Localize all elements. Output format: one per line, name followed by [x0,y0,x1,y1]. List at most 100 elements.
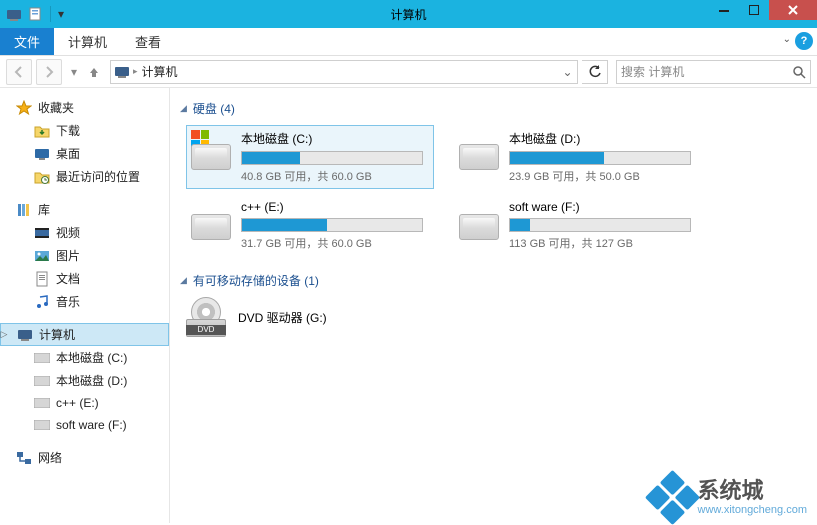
sidebar-item-desktop[interactable]: 桌面 [0,142,169,165]
history-dropdown-icon[interactable]: ▾ [66,59,82,85]
drive-name: c++ (E:) [241,200,429,214]
search-placeholder: 搜索 计算机 [621,63,684,80]
up-button[interactable] [86,59,102,85]
drive-subtext: 40.8 GB 可用，共 60.0 GB [241,168,429,184]
sidebar-favorites[interactable]: 收藏夹 [0,96,169,119]
drive-item[interactable]: soft ware (F:) 113 GB 可用，共 127 GB [454,195,702,256]
tab-computer[interactable]: 计算机 [54,28,121,55]
section-label: 硬盘 (4) [193,100,235,117]
drive-name: 本地磁盘 (C:) [241,130,429,147]
hdd-icon [191,200,233,240]
help-button[interactable]: ? [795,32,813,50]
refresh-button[interactable] [582,60,608,84]
section-label: 有可移动存储的设备 (1) [193,272,319,289]
folder-download-icon [34,123,50,139]
network-icon [16,450,32,466]
search-icon [792,65,806,79]
drive-name: soft ware (F:) [509,200,697,214]
sidebar-item-videos[interactable]: 视频 [0,221,169,244]
video-icon [34,225,50,241]
properties-icon[interactable] [26,4,46,24]
computer-icon [17,327,33,343]
qat-dropdown-icon[interactable]: ▾ [55,4,67,24]
sidebar-item-label: 视频 [56,224,80,241]
capacity-bar [241,151,423,165]
drive-subtext: 113 GB 可用，共 127 GB [509,235,697,251]
sidebar-item-label: 计算机 [39,326,75,343]
sidebar-item-label: c++ (E:) [56,396,99,410]
music-icon [34,294,50,310]
file-tab[interactable]: 文件 [0,28,54,55]
picture-icon [34,248,50,264]
sidebar-item-drive-c[interactable]: 本地磁盘 (C:) [0,346,169,369]
sidebar-item-documents[interactable]: 文档 [0,267,169,290]
minimize-button[interactable] [709,0,739,20]
recent-icon [34,169,50,185]
close-button[interactable] [769,0,817,20]
drive-item[interactable]: 本地磁盘 (C:) 40.8 GB 可用，共 60.0 GB [186,125,434,189]
sidebar-item-downloads[interactable]: 下载 [0,119,169,142]
tab-view[interactable]: 查看 [121,28,175,55]
ribbon-expand-icon[interactable]: ⌄ [783,34,791,45]
collapse-icon: ◢ [180,275,187,286]
capacity-bar [509,218,691,232]
drive-icon [34,417,50,433]
address-dropdown-icon[interactable]: ⌄ [557,65,577,79]
drive-icon [34,373,50,389]
computer-icon [111,64,133,80]
maximize-button[interactable] [739,0,769,20]
forward-button[interactable] [36,59,62,85]
drive-grid: 本地磁盘 (C:) 40.8 GB 可用，共 60.0 GB 本地磁盘 (D:) 23… [186,125,807,256]
drive-icon [34,350,50,366]
address-bar[interactable]: ▸ 计算机 ⌄ [110,60,578,84]
watermark-logo-icon [644,470,699,525]
sidebar-item-music[interactable]: 音乐 [0,290,169,313]
dvd-icon: DVD [186,297,228,337]
drive-item[interactable]: 本地磁盘 (D:) 23.9 GB 可用，共 50.0 GB [454,125,702,189]
watermark: 系统城 www.xitongcheng.com [653,478,807,517]
drive-subtext: 23.9 GB 可用，共 50.0 GB [509,168,697,184]
twisty-icon: ▷ [0,329,9,340]
document-icon [34,271,50,287]
sidebar-item-label: soft ware (F:) [56,418,127,432]
sidebar-item-label: 库 [38,201,50,218]
quick-launch: ▾ [0,2,71,26]
search-input[interactable]: 搜索 计算机 [616,60,811,84]
drive-item[interactable]: c++ (E:)31.7 GB 可用，共 60.0 GB [186,195,434,256]
sidebar-item-label: 最近访问的位置 [56,168,140,185]
drive-name: 本地磁盘 (D:) [509,130,697,147]
sidebar-item-drive-f[interactable]: soft ware (F:) [0,414,169,436]
sidebar-item-drive-d[interactable]: 本地磁盘 (D:) [0,369,169,392]
window-title: 计算机 [390,6,426,23]
watermark-url: www.xitongcheng.com [698,504,807,516]
system-icon[interactable] [4,4,24,24]
sidebar-item-label: 音乐 [56,293,80,310]
hdd-icon [459,130,501,170]
drive-icon [34,395,50,411]
dvd-drive[interactable]: DVD DVD 驱动器 (G:) [186,297,807,337]
sidebar-item-label: 下载 [56,122,80,139]
collapse-icon: ◢ [180,103,187,114]
sidebar-item-drive-e[interactable]: c++ (E:) [0,392,169,414]
sidebar-network[interactable]: 网络 [0,446,169,469]
ribbon: 文件 计算机 查看 ⌄ ? [0,28,817,56]
navigation-bar: ▾ ▸ 计算机 ⌄ 搜索 计算机 [0,56,817,88]
sidebar-item-label: 网络 [38,449,62,466]
sidebar-item-label: 图片 [56,247,80,264]
star-icon [16,100,32,116]
sidebar-item-pictures[interactable]: 图片 [0,244,169,267]
desktop-icon [34,146,50,162]
section-hdd-header[interactable]: ◢ 硬盘 (4) [180,100,807,117]
capacity-bar [241,218,423,232]
watermark-brand: 系统城 [698,479,807,503]
section-removable-header[interactable]: ◢ 有可移动存储的设备 (1) [180,272,807,289]
capacity-bar [509,151,691,165]
sidebar-libraries[interactable]: 库 [0,198,169,221]
sidebar-item-label: 文档 [56,270,80,287]
sidebar-computer[interactable]: ▷ 计算机 [0,323,169,346]
sidebar-item-label: 本地磁盘 (D:) [56,372,127,389]
drive-name: DVD 驱动器 (G:) [238,309,327,326]
content-area: 收藏夹 下载 桌面 最近访问的位置 库 视频 [0,88,817,523]
back-button[interactable] [6,59,32,85]
sidebar-item-recent[interactable]: 最近访问的位置 [0,165,169,188]
